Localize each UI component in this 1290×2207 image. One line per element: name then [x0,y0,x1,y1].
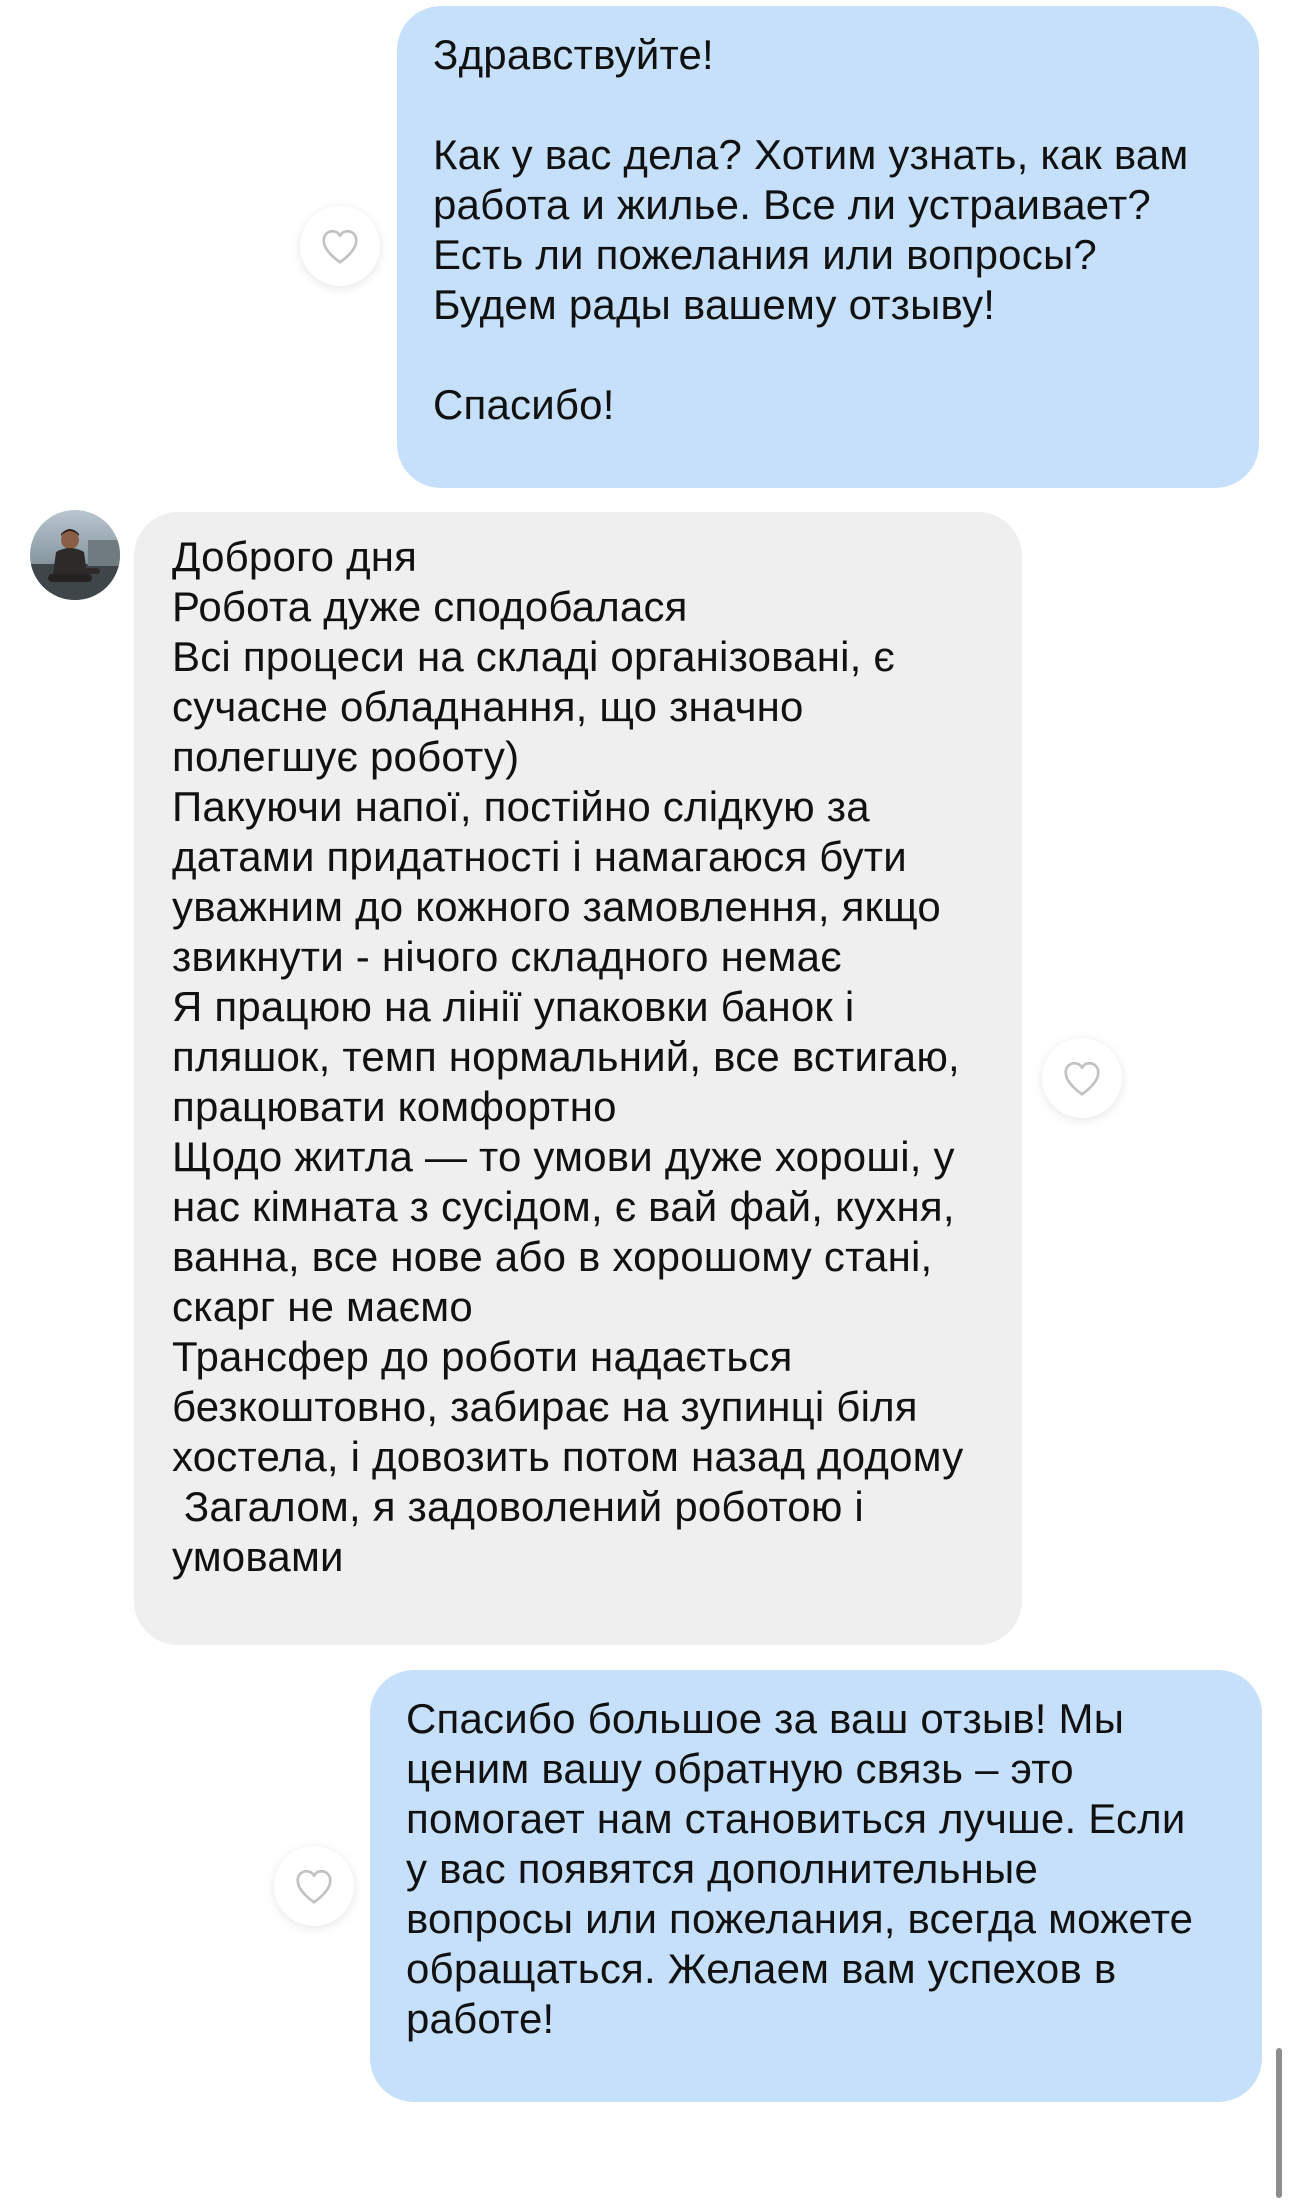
message-line: Есть ли пожелания или вопросы? [433,231,1097,278]
message-line: помогает нам становиться лучше. Если [406,1795,1186,1842]
avatar[interactable] [30,510,120,600]
message-line: Доброго дня [172,533,418,580]
message-line: обращаться. Желаем вам успехов в [406,1945,1117,1992]
message-line: Загалом, я задоволений роботою і [172,1483,864,1530]
message-line: Всі процеси на складі організовані, є [172,633,896,680]
heart-outline-icon [322,229,358,264]
scrollbar[interactable] [1276,2048,1282,2198]
message-line: Будем рады вашему отзыву! [433,281,996,328]
message-line: уважним до кожного замовлення, якщо [172,883,941,930]
message-line [433,80,1259,130]
message-bubble-incoming[interactable]: Доброго дня Робота дуже сподобалася Всі … [134,512,1022,1645]
message-bubble-outgoing[interactable]: Спасибо большое за ваш отзыв! Мы ценим в… [370,1670,1262,2102]
message-line: Здравствуйте! [433,31,714,78]
message-line: работе! [406,1995,555,2042]
message-line: полегшує роботу) [172,733,520,780]
message-bubble-outgoing[interactable]: Здравствуйте! Как у вас дела? Хотим узна… [397,6,1259,488]
message-line: пляшок, темп нормальний, все встигаю, [172,1033,960,1080]
message-line: Я працюю на лінії упаковки банок і [172,983,855,1030]
message-line: ценим вашу обратную связь – это [406,1745,1074,1792]
message-line: звикнути - нічого складного немає [172,933,842,980]
like-button[interactable] [274,1846,354,1926]
heart-outline-icon [296,1869,332,1904]
message-line: датами придатності і намагаюся бути [172,833,907,880]
message-line [433,330,1259,380]
message-line: умовами [172,1533,344,1580]
user-avatar-photo [30,510,120,600]
message-line: у вас появятся дополнительные [406,1845,1039,1892]
message-line: Как у вас дела? Хотим узнать, как вам [433,131,1189,178]
message-line: скарг не маємо [172,1283,473,1330]
message-line: Трансфер до роботи надається [172,1333,793,1380]
message-line: безкоштовно, забирає на зупинці біля [172,1383,918,1430]
message-line: работа и жилье. Все ли устраивает? [433,181,1151,228]
like-button[interactable] [300,206,380,286]
message-line: нас кімната з сусідом, є вай фай, кухня, [172,1183,955,1230]
message-line: Спасибо большое за ваш отзыв! Мы [406,1695,1125,1742]
message-line: працювати комфортно [172,1083,617,1130]
message-line: Щодо житла — то умови дуже хороші, у [172,1133,955,1180]
message-line: Робота дуже сподобалася [172,583,688,630]
message-line: сучасне обладнання, що значно [172,683,804,730]
message-line: ванна, все нове або в хорошому стані, [172,1233,933,1280]
message-line: вопросы или пожелания, всегда можете [406,1895,1194,1942]
message-line: Спасибо! [433,381,615,428]
message-line: Пакуючи напої, постійно слідкую за [172,783,870,830]
like-button[interactable] [1042,1038,1122,1118]
message-line: хостела, і довозить потом назад додому [172,1433,964,1480]
heart-outline-icon [1064,1061,1100,1096]
